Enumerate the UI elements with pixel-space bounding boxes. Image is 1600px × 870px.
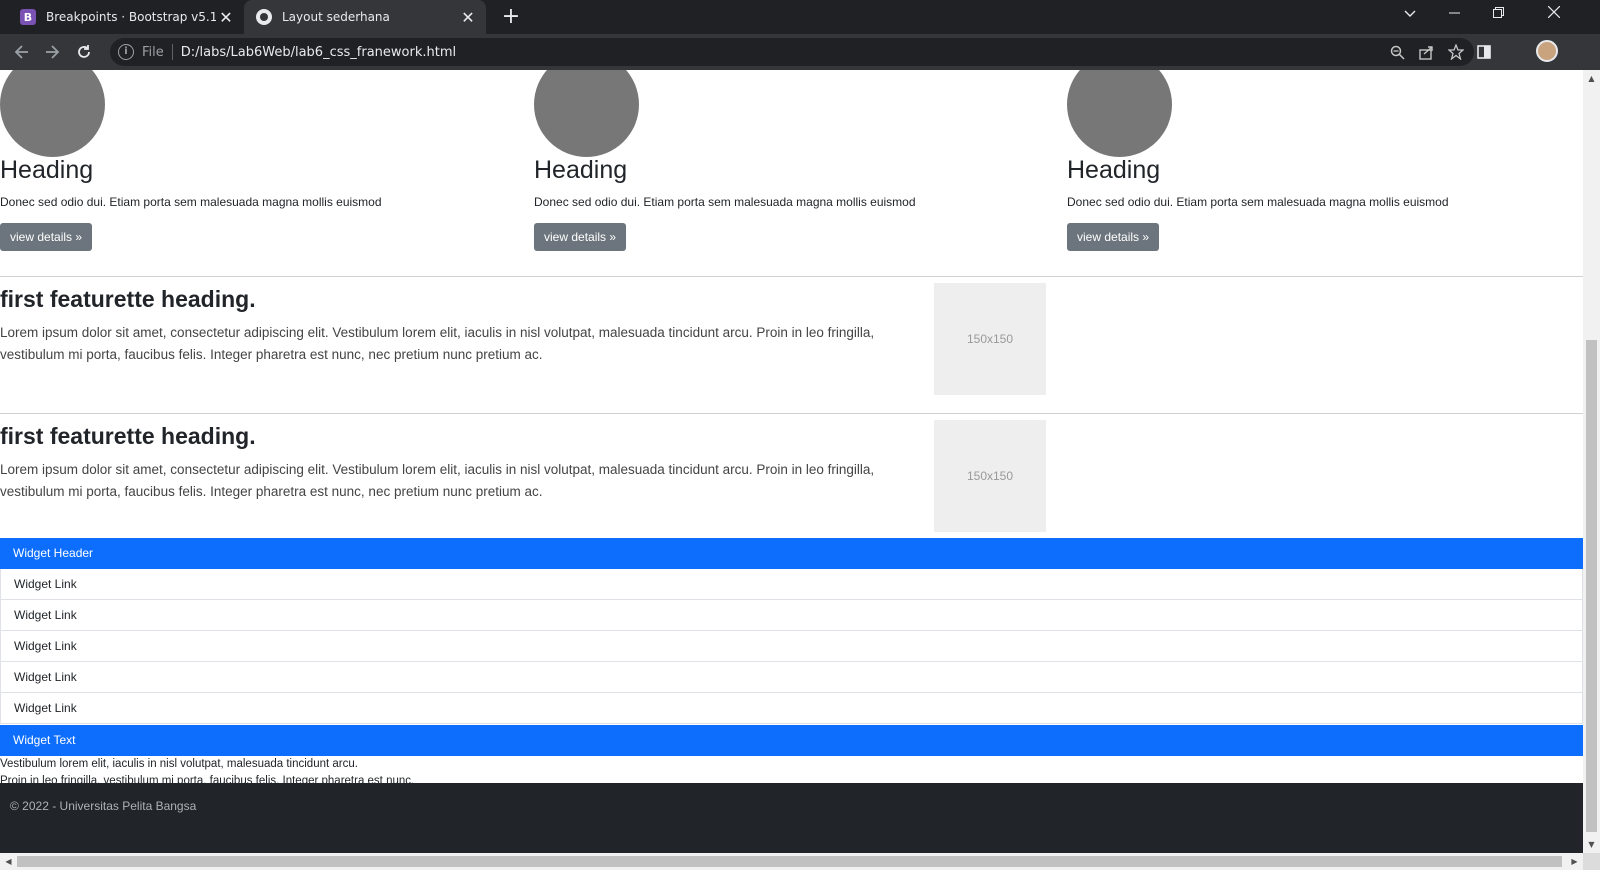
view-details-button[interactable]: view details » <box>1067 223 1160 251</box>
scrollbar-corner <box>1583 853 1600 870</box>
page-content: Heading Donec sed odio dui. Etiam porta … <box>0 70 1583 853</box>
vertical-scroll-thumb[interactable] <box>1586 340 1597 832</box>
widget-link[interactable]: Widget Link <box>0 631 1583 662</box>
reload-button[interactable] <box>70 38 98 66</box>
tab-title: Layout sederhana <box>282 10 390 24</box>
widget-link[interactable]: Widget Link <box>0 600 1583 631</box>
featurette-image-placeholder: 150x150 <box>934 420 1046 532</box>
back-button[interactable] <box>8 38 36 66</box>
tab-title: Breakpoints · Bootstrap v5.1 <box>46 10 216 24</box>
bootstrap-icon: B <box>20 9 36 25</box>
footer-copyright: © 2022 - Universitas Pelita Bangsa <box>10 799 197 813</box>
featurette-text: Lorem ipsum dolor sit amet, consectetur … <box>0 325 875 362</box>
marketing-text: Donec sed odio dui. Etiam porta sem male… <box>0 195 382 209</box>
scroll-down-icon[interactable]: ▼ <box>1583 836 1600 853</box>
featurette-heading: first featurette heading. <box>0 286 256 312</box>
tab-layout-sederhana[interactable]: Layout sederhana ✕ <box>244 0 486 34</box>
window-close-button[interactable] <box>1532 0 1576 30</box>
image-size-label: 150x150 <box>966 469 1014 483</box>
marketing-heading: Heading <box>0 156 94 184</box>
arrow-right-icon <box>46 45 60 59</box>
vertical-scrollbar[interactable]: ▲ ▼ <box>1583 70 1600 853</box>
share-icon[interactable] <box>1419 45 1434 60</box>
marketing-text: Donec sed odio dui. Etiam porta sem male… <box>534 195 916 209</box>
featurette-text: Lorem ipsum dolor sit amet, consectetur … <box>0 462 875 499</box>
bookmark-star-icon[interactable] <box>1448 44 1464 60</box>
minimize-button[interactable] <box>1432 0 1476 30</box>
scroll-right-icon[interactable]: ▶ <box>1566 853 1583 870</box>
forward-button[interactable] <box>38 38 66 66</box>
widget-text-header: Widget Text <box>0 725 1583 756</box>
featurette-image-placeholder: 150x150 <box>934 283 1046 395</box>
info-icon[interactable]: i <box>118 44 134 60</box>
placeholder-circle <box>0 70 105 157</box>
view-details-button[interactable]: view details » <box>534 223 627 251</box>
widget-link[interactable]: Widget Link <box>0 693 1583 724</box>
widget-text-line: Vestibulum lorem elit, iaculis in nisl v… <box>0 758 358 770</box>
close-icon[interactable]: ✕ <box>216 8 236 27</box>
address-actions <box>1390 38 1464 66</box>
profile-avatar[interactable] <box>1536 40 1558 62</box>
globe-icon <box>256 9 272 25</box>
placeholder-circle <box>1067 70 1172 157</box>
scheme-label: File <box>142 44 164 60</box>
close-icon[interactable]: ✕ <box>458 8 478 27</box>
featurette-heading: first featurette heading. <box>0 423 256 449</box>
zoom-out-icon[interactable] <box>1390 45 1405 60</box>
tab-strip: B Breakpoints · Bootstrap v5.1 ✕ Layout … <box>0 0 1600 34</box>
tab-search-button[interactable] <box>1388 0 1432 30</box>
marketing-text: Donec sed odio dui. Etiam porta sem male… <box>1067 195 1449 209</box>
new-tab-button[interactable]: + <box>498 4 524 30</box>
widget-link[interactable]: Widget Link <box>0 569 1583 600</box>
close-icon <box>1547 5 1561 19</box>
marketing-heading: Heading <box>534 156 628 184</box>
page-footer: © 2022 - Universitas Pelita Bangsa <box>0 783 1583 853</box>
marketing-heading: Heading <box>1067 156 1161 184</box>
address-bar[interactable]: i File D:/labs/Lab6Web/lab6_css_franewor… <box>110 38 1474 66</box>
side-panel-button[interactable] <box>1470 38 1498 66</box>
address-separator <box>171 44 173 60</box>
widget-header: Widget Header <box>0 538 1583 569</box>
widget-link[interactable]: Widget Link <box>0 662 1583 693</box>
chevron-down-icon <box>1404 10 1416 17</box>
arrow-left-icon <box>14 45 28 59</box>
page-viewport: Heading Donec sed odio dui. Etiam porta … <box>0 70 1600 870</box>
featurette-divider <box>0 276 1583 277</box>
placeholder-circle <box>534 70 639 157</box>
minimize-icon <box>1448 12 1460 14</box>
side-panel-icon <box>1477 45 1491 59</box>
restore-icon <box>1492 7 1504 18</box>
featurette-divider <box>0 413 1583 414</box>
scroll-up-icon[interactable]: ▲ <box>1583 70 1600 87</box>
restore-button[interactable] <box>1476 0 1520 30</box>
url-text[interactable]: D:/labs/Lab6Web/lab6_css_franework.html <box>181 45 456 60</box>
tab-bootstrap-breakpoints[interactable]: B Breakpoints · Bootstrap v5.1 ✕ <box>8 0 244 34</box>
horizontal-scrollbar[interactable]: ◀ ▶ <box>0 853 1583 870</box>
browser-toolbar: i File D:/labs/Lab6Web/lab6_css_franewor… <box>0 34 1600 70</box>
view-details-button[interactable]: view details » <box>0 223 93 251</box>
image-size-label: 150x150 <box>966 332 1014 346</box>
horizontal-scroll-thumb[interactable] <box>17 856 1562 867</box>
reload-icon <box>78 45 90 58</box>
scroll-left-icon[interactable]: ◀ <box>0 853 17 870</box>
